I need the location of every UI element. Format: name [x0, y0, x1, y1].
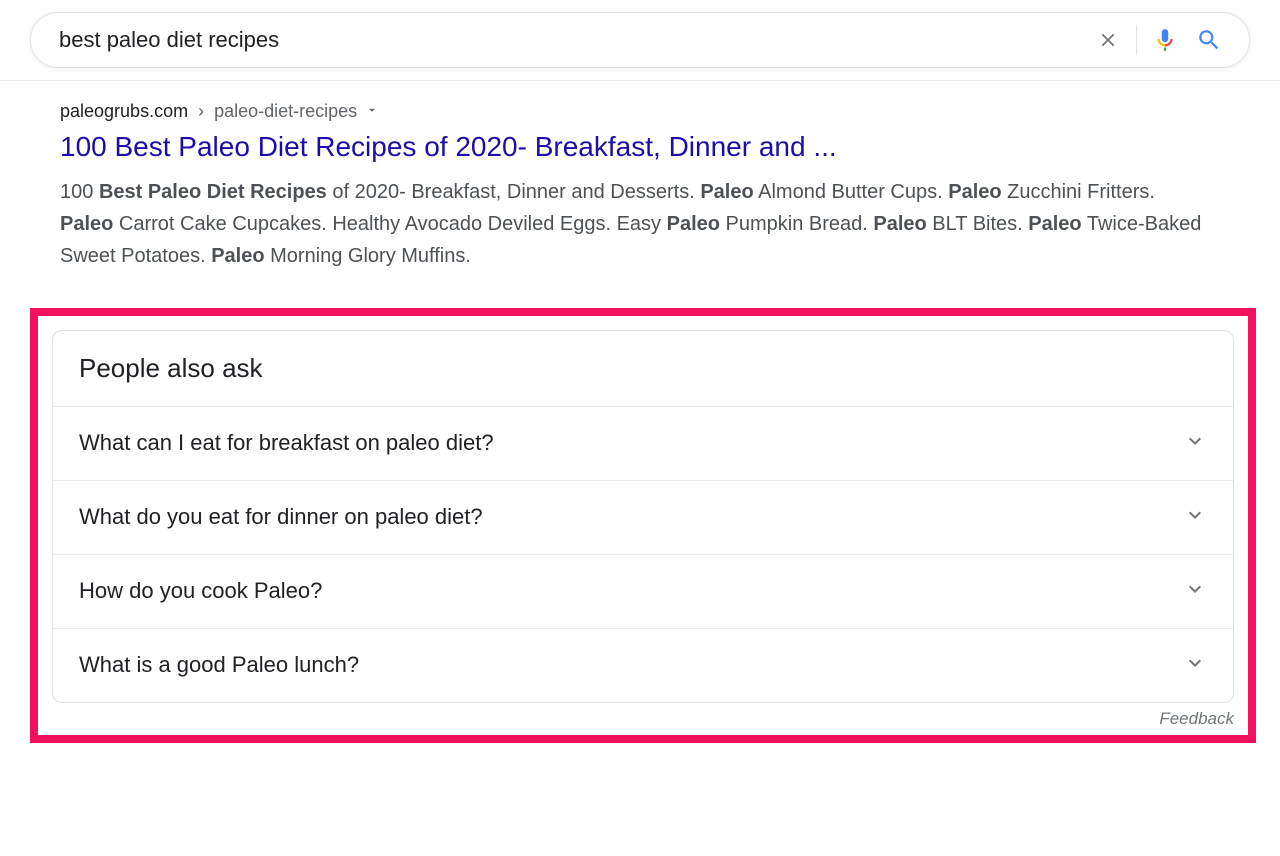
results-area: paleogrubs.com › paleo-diet-recipes 100 … — [0, 81, 1280, 272]
expand-toggle — [1183, 429, 1207, 458]
chevron-down-icon — [1183, 651, 1207, 675]
search-icon — [1196, 27, 1222, 53]
chevron-down-icon — [1183, 429, 1207, 453]
microphone-icon — [1152, 27, 1178, 53]
expand-toggle — [1183, 577, 1207, 606]
paa-question-text: What do you eat for dinner on paleo diet… — [79, 504, 483, 530]
result-snippet: 100 Best Paleo Diet Recipes of 2020- Bre… — [60, 176, 1210, 272]
paa-question-text: What can I eat for breakfast on paleo di… — [79, 430, 494, 456]
people-also-ask-box: People also ask What can I eat for break… — [52, 330, 1234, 703]
voice-search-button[interactable] — [1143, 18, 1187, 62]
chevron-down-icon — [1183, 503, 1207, 527]
close-icon — [1097, 29, 1119, 51]
search-actions — [1086, 18, 1231, 62]
search-button[interactable] — [1187, 18, 1231, 62]
chevron-down-icon — [1183, 577, 1207, 601]
clear-button[interactable] — [1086, 18, 1130, 62]
url-separator: › — [198, 101, 204, 122]
divider — [1136, 25, 1137, 55]
search-bar — [30, 12, 1250, 68]
feedback-link[interactable]: Feedback — [52, 709, 1234, 729]
people-also-ask-header: People also ask — [53, 331, 1233, 407]
paa-question-text: How do you cook Paleo? — [79, 578, 322, 604]
result-url-breadcrumb[interactable]: paleogrubs.com › paleo-diet-recipes — [60, 101, 1250, 122]
result-options-dropdown[interactable] — [365, 101, 379, 122]
caret-down-icon — [365, 103, 379, 117]
annotation-highlight-box: People also ask What can I eat for break… — [30, 308, 1256, 743]
result-title-link[interactable]: 100 Best Paleo Diet Recipes of 2020- Bre… — [60, 128, 1250, 166]
search-input[interactable] — [59, 27, 1086, 53]
url-domain: paleogrubs.com — [60, 101, 188, 122]
search-bar-container — [0, 0, 1280, 81]
url-path: paleo-diet-recipes — [214, 101, 357, 122]
expand-toggle — [1183, 503, 1207, 532]
paa-question-text: What is a good Paleo lunch? — [79, 652, 359, 678]
paa-question-item[interactable]: What do you eat for dinner on paleo diet… — [53, 481, 1233, 555]
expand-toggle — [1183, 651, 1207, 680]
paa-question-item[interactable]: What is a good Paleo lunch? — [53, 629, 1233, 702]
paa-question-item[interactable]: How do you cook Paleo? — [53, 555, 1233, 629]
paa-question-item[interactable]: What can I eat for breakfast on paleo di… — [53, 407, 1233, 481]
